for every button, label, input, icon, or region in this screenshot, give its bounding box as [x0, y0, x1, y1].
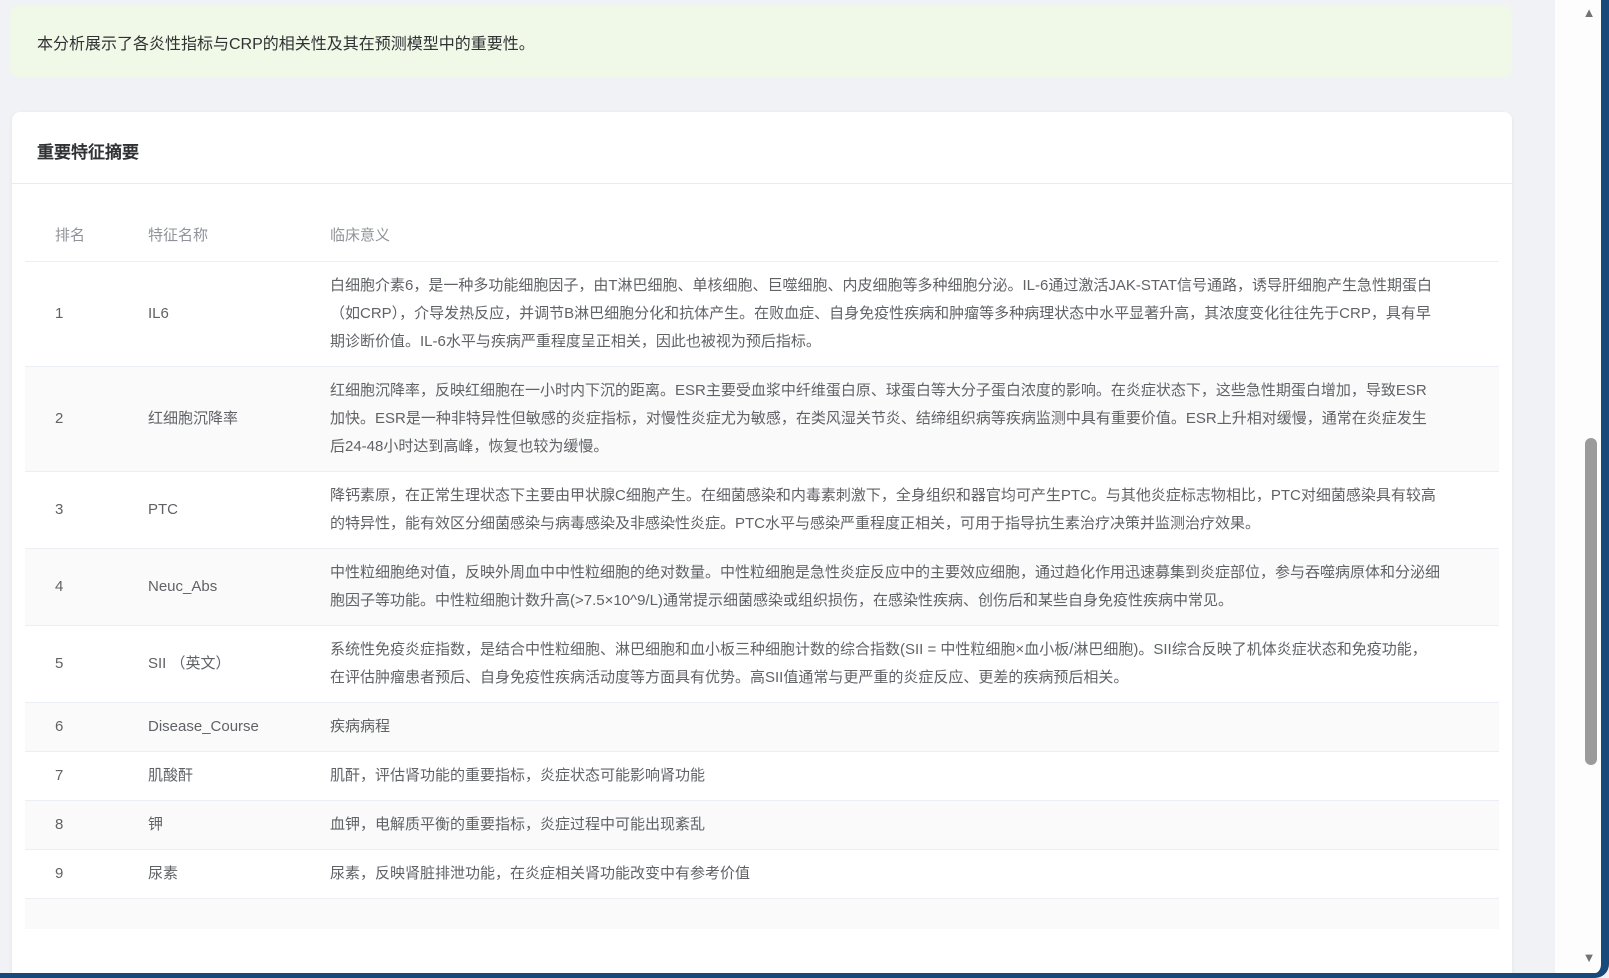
- clinical-meaning-cell: 肌酐，评估肾功能的重要指标，炎症状态可能影响肾功能: [330, 752, 1499, 801]
- table-row: 7 肌酸酐 肌酐，评估肾功能的重要指标，炎症状态可能影响肾功能: [25, 752, 1499, 801]
- feature-name-cell: Disease_Course: [148, 703, 330, 752]
- clinical-meaning-cell: 血钾，电解质平衡的重要指标，炎症过程中可能出现紊乱: [330, 801, 1499, 850]
- column-header-rank: 排名: [25, 208, 148, 262]
- feature-name-cell: 钾: [148, 801, 330, 850]
- scroll-up-icon[interactable]: ▲: [1580, 6, 1598, 20]
- table-row: 6 Disease_Course 疾病病程: [25, 703, 1499, 752]
- rank-cell: 9: [25, 850, 148, 899]
- table-row: 5 SII （英文） 系统性免疫炎症指数，是结合中性粒细胞、淋巴细胞和血小板三种…: [25, 626, 1499, 703]
- vertical-scrollbar[interactable]: ▲ ▼: [1555, 0, 1601, 973]
- clinical-meaning-cell: 白细胞介素6，是一种多功能细胞因子，由T淋巴细胞、单核细胞、巨噬细胞、内皮细胞等…: [330, 262, 1499, 367]
- page-title: 重要特征摘要: [37, 143, 139, 162]
- clinical-meaning-cell: 系统性免疫炎症指数，是结合中性粒细胞、淋巴细胞和血小板三种细胞计数的综合指数(S…: [330, 626, 1499, 703]
- table-row: 9 尿素 尿素，反映肾脏排泄功能，在炎症相关肾功能改变中有参考价值: [25, 850, 1499, 899]
- feature-summary-card: 重要特征摘要 排名 特征名称 临床意义 1 IL6 白细胞介素6，是一种多功能细…: [12, 112, 1512, 978]
- table-header-row: 排名 特征名称 临床意义: [25, 208, 1499, 262]
- feature-name-cell: 肌酸酐: [148, 752, 330, 801]
- rank-cell: 3: [25, 472, 148, 549]
- clinical-meaning-cell: 中性粒细胞绝对值，反映外周血中中性粒细胞的绝对数量。中性粒细胞是急性炎症反应中的…: [330, 549, 1499, 626]
- column-header-clinical-meaning: 临床意义: [330, 208, 1499, 262]
- analysis-summary-alert: 本分析展示了各炎性指标与CRP的相关性及其在预测模型中的重要性。: [10, 6, 1512, 77]
- rank-cell: 6: [25, 703, 148, 752]
- table-row: 2 红细胞沉降率 红细胞沉降率，反映红细胞在一小时内下沉的距离。ESR主要受血浆…: [25, 367, 1499, 472]
- card-header: 重要特征摘要: [12, 112, 1512, 184]
- rank-cell: 8: [25, 801, 148, 850]
- scroll-down-icon[interactable]: ▼: [1580, 951, 1598, 965]
- feature-name-cell: PTC: [148, 472, 330, 549]
- clinical-meaning-cell: 红细胞沉降率，反映红细胞在一小时内下沉的距离。ESR主要受血浆中纤维蛋白原、球蛋…: [330, 367, 1499, 472]
- rank-cell: 4: [25, 549, 148, 626]
- clinical-meaning-cell: 尿素，反映肾脏排泄功能，在炎症相关肾功能改变中有参考价值: [330, 850, 1499, 899]
- table-row: 4 Neuc_Abs 中性粒细胞绝对值，反映外周血中中性粒细胞的绝对数量。中性粒…: [25, 549, 1499, 626]
- clinical-meaning-cell: 降钙素原，在正常生理状态下主要由甲状腺C细胞产生。在细菌感染和内毒素刺激下，全身…: [330, 472, 1499, 549]
- rank-cell: 7: [25, 752, 148, 801]
- table-row: 8 钾 血钾，电解质平衡的重要指标，炎症过程中可能出现紊乱: [25, 801, 1499, 850]
- table-row: 3 PTC 降钙素原，在正常生理状态下主要由甲状腺C细胞产生。在细菌感染和内毒素…: [25, 472, 1499, 549]
- feature-name-cell: 尿素: [148, 850, 330, 899]
- rank-cell: 2: [25, 367, 148, 472]
- clinical-meaning-cell: 疾病病程: [330, 703, 1499, 752]
- scrollbar-thumb[interactable]: [1585, 438, 1597, 765]
- alert-text: 本分析展示了各炎性指标与CRP的相关性及其在预测模型中的重要性。: [37, 30, 535, 54]
- feature-name-cell: IL6: [148, 262, 330, 367]
- rank-cell: 1: [25, 262, 148, 367]
- feature-name-cell: SII （英文）: [148, 626, 330, 703]
- table-row: 1 IL6 白细胞介素6，是一种多功能细胞因子，由T淋巴细胞、单核细胞、巨噬细胞…: [25, 262, 1499, 367]
- rank-cell: 5: [25, 626, 148, 703]
- table-row-partial: [25, 899, 1499, 929]
- feature-name-cell: 红细胞沉降率: [148, 367, 330, 472]
- column-header-feature-name: 特征名称: [148, 208, 330, 262]
- feature-name-cell: Neuc_Abs: [148, 549, 330, 626]
- feature-table: 排名 特征名称 临床意义 1 IL6 白细胞介素6，是一种多功能细胞因子，由T淋…: [25, 208, 1499, 929]
